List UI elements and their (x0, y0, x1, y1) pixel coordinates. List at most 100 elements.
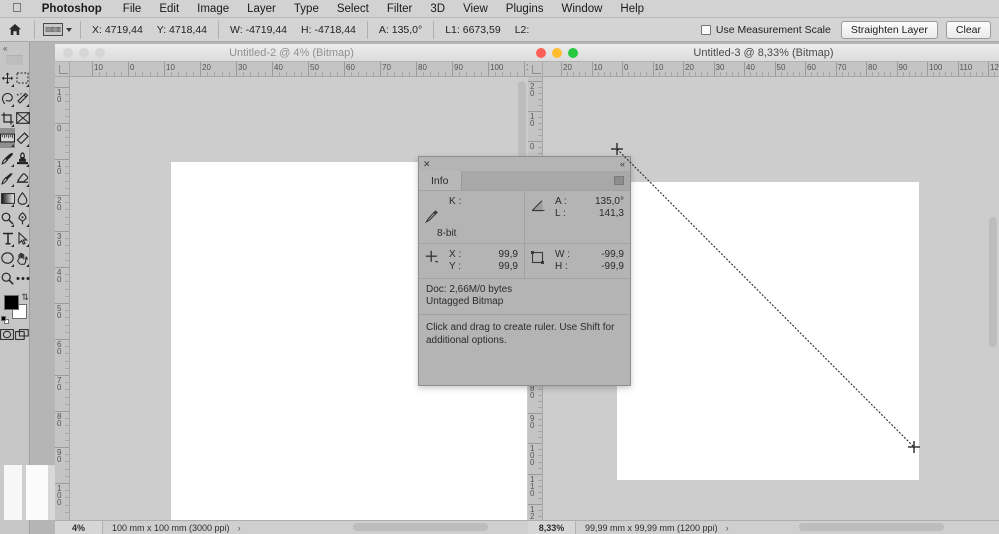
menu-item-image[interactable]: Image (188, 3, 238, 15)
menu-item-file[interactable]: File (114, 3, 151, 15)
ruler-minor-tick (65, 137, 69, 139)
collapsed-panel-strip[interactable] (0, 465, 55, 520)
document-titlebar[interactable]: Untitled-2 @ 4% (Bitmap) (55, 44, 528, 62)
rectangular-marquee-tool[interactable] (15, 68, 30, 88)
ruler-minor-tick (792, 72, 794, 76)
vertical-ruler[interactable]: 1 0 0 1 0 2 0 3 0 4 0 5 0 6 0 7 0 8 0 9 0 1 0 0 (55, 77, 70, 520)
status-menu-arrow-icon[interactable]: › (230, 523, 241, 533)
h-row: H : -99,9 (555, 261, 624, 273)
ruler-corner[interactable] (55, 62, 70, 77)
move-tool[interactable] (0, 68, 15, 88)
ellipse-tool[interactable] (0, 248, 15, 268)
ruler-minor-tick (538, 419, 542, 421)
angle-values: A : 135,0° L : 141,3 (555, 196, 624, 220)
menu-item-3d[interactable]: 3D (421, 3, 454, 15)
ruler-minor-tick (65, 511, 69, 513)
history-brush-tool[interactable] (0, 168, 15, 188)
info-panel-tabs: Info (419, 171, 630, 190)
ruler-minor-tick (847, 72, 849, 76)
vertical-scrollbar[interactable] (989, 217, 997, 347)
frame-tool[interactable] (15, 108, 30, 128)
status-menu-arrow-icon[interactable]: › (718, 523, 729, 533)
dodge-tool[interactable] (0, 208, 15, 228)
info-panel-header[interactable]: ✕ « (419, 157, 630, 171)
menu-item-filter[interactable]: Filter (378, 3, 422, 15)
use-measurement-scale-label: Use Measurement Scale (715, 23, 831, 36)
horizontal-scrollbar[interactable] (353, 523, 488, 531)
screen-mode-icon[interactable] (14, 326, 30, 343)
magic-wand-tool[interactable] (15, 88, 30, 108)
apple-logo-icon[interactable]:  (0, 1, 33, 14)
ruler-minor-tick (695, 72, 697, 76)
double-chevron-right-icon[interactable]: « (620, 158, 625, 170)
panel-grip[interactable] (6, 55, 23, 65)
ruler-tick (524, 62, 525, 76)
ruler-label: 6 0 (57, 340, 62, 356)
h-label: H : (555, 261, 568, 272)
ruler-tool[interactable] (0, 128, 15, 148)
spot-healing-brush-tool[interactable] (15, 128, 30, 148)
menu-item-select[interactable]: Select (328, 3, 378, 15)
menu-item-type[interactable]: Type (285, 3, 328, 15)
swap-colors-icon[interactable]: ⇅ (21, 292, 29, 303)
angle-row: A : 135,0° (555, 196, 624, 208)
ruler-minor-tick (516, 72, 518, 76)
ruler-minor-tick (811, 72, 813, 76)
menu-item-layer[interactable]: Layer (238, 3, 285, 15)
home-icon[interactable] (0, 23, 30, 36)
menu-item-window[interactable]: Window (553, 3, 612, 15)
y-label: Y : (449, 261, 462, 272)
hand-tool[interactable] (15, 248, 30, 268)
menu-item-help[interactable]: Help (611, 3, 653, 15)
panel-menu-icon[interactable] (614, 176, 624, 185)
gradient-tool[interactable] (0, 188, 15, 208)
menu-item-plugins[interactable]: Plugins (497, 3, 553, 15)
blur-tool[interactable] (15, 188, 30, 208)
clear-button[interactable]: Clear (945, 20, 991, 39)
edit-toolbar-button[interactable] (15, 268, 30, 288)
clone-stamp-tool[interactable] (15, 148, 30, 168)
default-colors-icon[interactable] (1, 316, 9, 324)
ruler-label: 2 0 (530, 82, 535, 98)
divider (218, 20, 220, 39)
straighten-layer-button[interactable]: Straighten Layer (840, 20, 938, 39)
horizontal-ruler[interactable]: 100102030405060708090100110 (70, 62, 528, 77)
menu-item-view[interactable]: View (454, 3, 497, 15)
ruler-minor-tick (841, 72, 843, 76)
document-titlebar[interactable]: Untitled-3 @ 8,33% (Bitmap) (528, 44, 999, 62)
info-color-readout: K : 8-bit (419, 191, 524, 243)
zoom-level-field[interactable]: 4% (55, 521, 103, 534)
crop-tool[interactable] (0, 108, 15, 128)
ruler-minor-tick (538, 497, 542, 499)
menu-item-edit[interactable]: Edit (150, 3, 188, 15)
angle-value: 135,0° (594, 196, 624, 207)
foreground-color-swatch[interactable] (4, 295, 19, 310)
brush-tool[interactable] (0, 148, 15, 168)
ruler-minor-tick (538, 117, 542, 119)
use-measurement-scale-checkbox[interactable]: Use Measurement Scale (700, 23, 841, 36)
zoom-tool[interactable] (0, 268, 15, 288)
lasso-tool[interactable] (0, 88, 15, 108)
eraser-tool[interactable] (15, 168, 30, 188)
zoom-level-field[interactable]: 8,33% (528, 521, 576, 534)
ruler-minor-tick (646, 72, 648, 76)
ruler-minor-tick (65, 432, 69, 434)
pen-tool[interactable] (15, 208, 30, 228)
horizontal-ruler[interactable]: 20100102030405060708090100110120 (543, 62, 999, 77)
info-panel-body: K : 8-bit A : 135,0° L: 141,3 X: 99,9 … (419, 190, 630, 353)
quick-mask-icon[interactable] (0, 326, 15, 343)
ruler-minor-tick (65, 468, 69, 470)
flyout-triangle-icon (11, 244, 14, 247)
tool-preset-picker[interactable]: ▥▥▥ (39, 23, 76, 36)
ruler-minor-tick (65, 115, 69, 117)
tab-info[interactable]: Info (419, 171, 462, 190)
ruler-minor-tick (538, 395, 542, 397)
horizontal-scrollbar[interactable] (799, 523, 944, 531)
type-tool[interactable] (0, 228, 15, 248)
double-chevron-left-icon[interactable]: « (0, 42, 29, 55)
close-x-icon[interactable]: ✕ (423, 158, 431, 170)
menu-item-photoshop[interactable]: Photoshop (33, 3, 114, 15)
canvas-image[interactable] (617, 182, 919, 480)
ruler-corner[interactable] (528, 62, 543, 77)
path-selection-tool[interactable] (15, 228, 30, 248)
